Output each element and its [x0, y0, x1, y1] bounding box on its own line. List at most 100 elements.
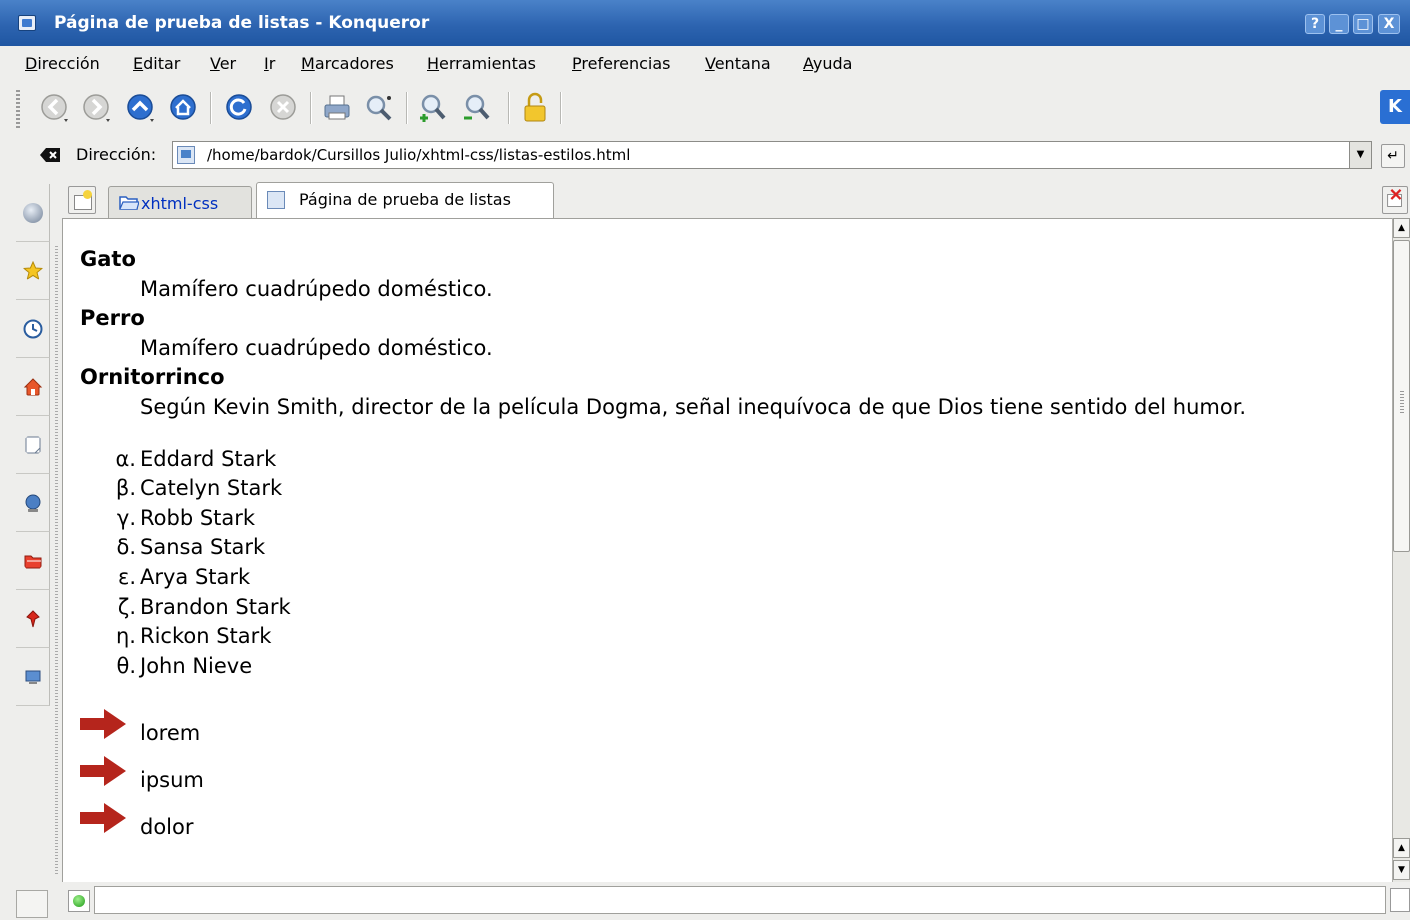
menu-marcadores[interactable]: Marcadores	[301, 54, 394, 73]
list-item: γ. Robb Stark	[80, 504, 1380, 534]
list-item-text: Robb Stark	[140, 505, 256, 530]
reload-icon[interactable]	[222, 91, 256, 125]
toolbar-separator	[310, 92, 312, 124]
sidebar-toggle[interactable]	[16, 890, 48, 918]
back-icon[interactable]	[38, 91, 72, 125]
history-icon	[23, 319, 43, 339]
lock-icon[interactable]	[518, 91, 552, 125]
menu-bar: Dirección Editar Ver Ir Marcadores Herra…	[0, 46, 1410, 82]
list-marker: γ.	[116, 505, 136, 530]
list-item-text: lorem	[140, 721, 201, 746]
menu-preferencias[interactable]: Preferencias	[572, 54, 671, 73]
tab-label: Página de prueba de listas	[299, 190, 511, 209]
up-icon[interactable]	[124, 91, 158, 125]
sidebar-item-home[interactable]	[16, 358, 50, 416]
menu-ventana[interactable]: Ventana	[705, 54, 771, 73]
definition-description: Mamífero cuadrúpedo doméstico.	[140, 276, 493, 301]
tab-xhtml-css[interactable]: xhtml-css	[108, 186, 252, 218]
menu-ayuda[interactable]: Ayuda	[803, 54, 852, 73]
toolbar-grip[interactable]	[16, 90, 20, 128]
scroll-down-icon[interactable]: ▼	[1393, 860, 1410, 880]
clear-location-icon[interactable]	[40, 148, 60, 162]
maximize-button[interactable]: □	[1353, 14, 1373, 34]
sidebar-item-history[interactable]	[16, 300, 50, 358]
zoom-out-icon[interactable]	[460, 91, 494, 125]
services-pin-icon	[26, 610, 40, 628]
vertical-scrollbar[interactable]: ▲ ▲ ▼	[1392, 218, 1410, 882]
list-item: ζ. Brandon Stark	[80, 593, 1380, 623]
definition-description: Mamífero cuadrúpedo doméstico.	[140, 335, 493, 360]
close-tab-icon[interactable]	[1382, 186, 1408, 214]
list-marker: ε.	[117, 564, 136, 589]
scroll-up-icon[interactable]: ▲	[1393, 838, 1410, 858]
location-input[interactable]: /home/bardok/Cursillos Julio/xhtml-css/l…	[172, 141, 1372, 169]
close-button[interactable]: X	[1378, 14, 1400, 34]
definition-term: Gato	[80, 247, 136, 271]
sidebar-item-folders[interactable]	[16, 532, 50, 590]
list-item: dolor	[80, 803, 1380, 850]
window-titlebar[interactable]: Página de prueba de listas - Konqueror ?…	[0, 0, 1410, 46]
status-bar	[58, 882, 1410, 920]
list-item: δ. Sansa Stark	[80, 533, 1380, 563]
main-toolbar: K	[0, 82, 1410, 136]
sidebar-item-devices[interactable]	[16, 648, 50, 706]
new-tab-button[interactable]	[68, 186, 96, 214]
red-arrow-icon	[80, 803, 126, 834]
toolbar-separator	[210, 92, 212, 124]
home-folder-icon	[23, 378, 43, 396]
minimize-button[interactable]: _	[1329, 14, 1349, 34]
toolbar-separator	[508, 92, 510, 124]
list-marker: η.	[116, 624, 136, 649]
list-item-text: Eddard Stark	[140, 446, 277, 471]
tab-pagina-de-prueba[interactable]: Página de prueba de listas	[256, 182, 554, 218]
location-url[interactable]: /home/bardok/Cursillos Julio/xhtml-css/l…	[207, 146, 630, 164]
list-item-text: Arya Stark	[140, 564, 251, 589]
print-icon[interactable]	[320, 91, 354, 125]
home-icon[interactable]	[166, 91, 200, 125]
sidebar-resize-handle[interactable]	[55, 246, 58, 876]
list-item-text: Catelyn Stark	[140, 476, 283, 501]
sidebar-item-bookmarks[interactable]	[16, 242, 50, 300]
link-view-checkbox[interactable]	[1390, 888, 1410, 912]
menu-direccion[interactable]: Dirección	[25, 54, 100, 73]
status-led-icon	[68, 890, 90, 912]
page-view[interactable]: Gato Mamífero cuadrúpedo doméstico. Perr…	[62, 218, 1392, 882]
list-item: ε. Arya Stark	[80, 563, 1380, 593]
list-item-text: John Nieve	[140, 653, 253, 678]
sidebar-item-services[interactable]	[16, 590, 50, 648]
list-item: α. Eddard Stark	[80, 445, 1380, 475]
sidebar-item-network[interactable]	[16, 474, 50, 532]
sidebar-item-konqueror[interactable]	[16, 184, 50, 242]
greek-ordered-list: α. Eddard Stark β. Catelyn Stark γ. Robb St…	[80, 445, 1380, 682]
list-item-text: Rickon Stark	[140, 624, 272, 649]
notes-icon	[25, 436, 41, 454]
list-item-text: Brandon Stark	[140, 594, 291, 619]
forward-icon[interactable]	[80, 91, 114, 125]
network-icon	[25, 494, 41, 512]
scroll-up-icon[interactable]: ▲	[1393, 218, 1410, 238]
location-label: Dirección:	[76, 145, 157, 164]
zoom-in-icon[interactable]	[416, 91, 450, 125]
list-marker: β.	[115, 476, 136, 501]
menu-ir[interactable]: Ir	[264, 54, 275, 73]
page-favicon-icon	[177, 146, 195, 164]
list-marker: θ.	[116, 653, 136, 678]
menu-herramientas[interactable]: Herramientas	[427, 54, 536, 73]
document-body: Gato Mamífero cuadrúpedo doméstico. Perr…	[80, 245, 1380, 850]
menu-editar[interactable]: Editar	[133, 54, 180, 73]
location-dropdown-icon[interactable]: ▼	[1349, 142, 1371, 168]
sidebar-item-notes[interactable]	[16, 416, 50, 474]
devices-icon	[25, 670, 41, 684]
help-button[interactable]: ?	[1305, 14, 1325, 34]
tab-bar: xhtml-css Página de prueba de listas	[58, 176, 1410, 218]
menu-ver[interactable]: Ver	[210, 54, 236, 73]
go-button[interactable]: ↵	[1381, 144, 1405, 168]
konqueror-app-icon[interactable]	[18, 15, 36, 31]
find-icon[interactable]	[362, 91, 396, 125]
bookmarks-star-icon	[23, 261, 43, 281]
tab-label: xhtml-css	[141, 194, 219, 213]
scrollbar-thumb[interactable]	[1393, 240, 1410, 552]
kde-logo: K	[1380, 90, 1410, 124]
location-toolbar: Dirección: /home/bardok/Cursillos Julio/…	[0, 136, 1410, 174]
stop-icon[interactable]	[266, 91, 300, 125]
